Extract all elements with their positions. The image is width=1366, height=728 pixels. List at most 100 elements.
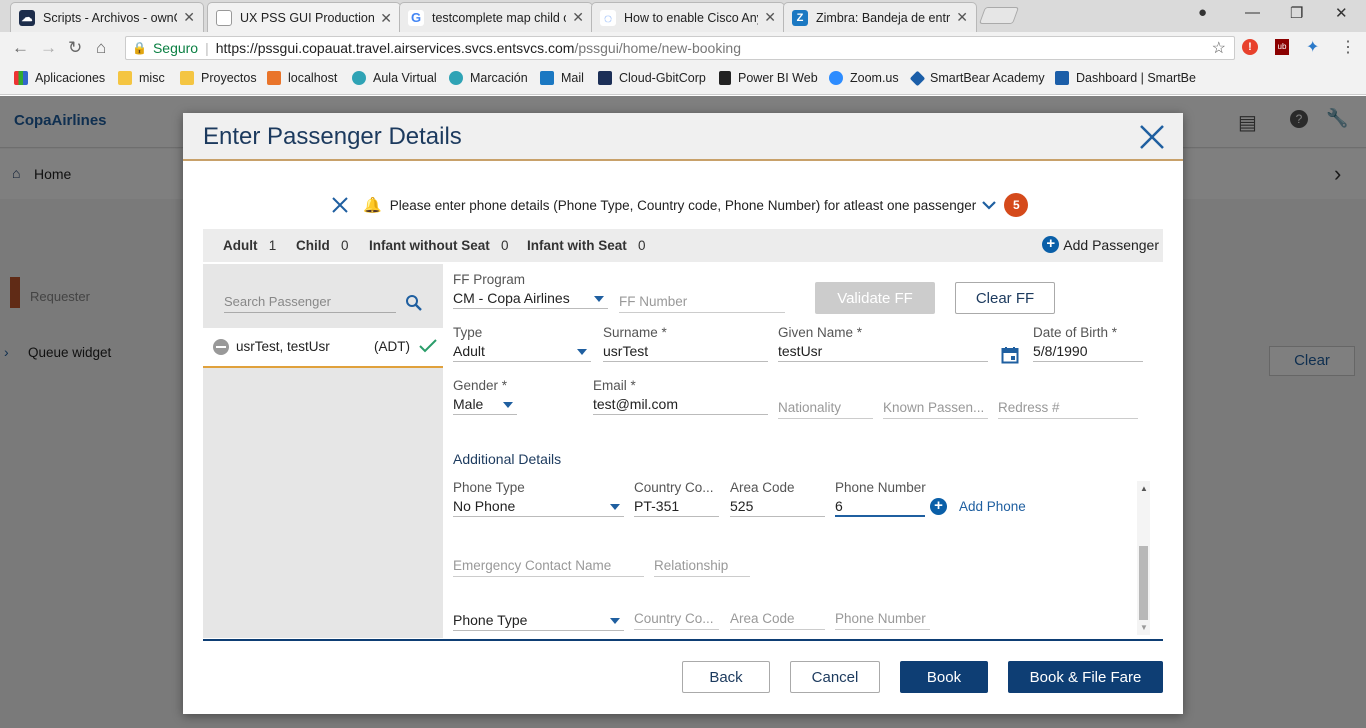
- emergency-contact-input[interactable]: Emergency Contact Name: [453, 555, 644, 577]
- nationality-input[interactable]: Nationality: [778, 397, 873, 419]
- dismiss-icon[interactable]: [331, 196, 349, 214]
- bookmark-apps[interactable]: Aplicaciones: [14, 71, 105, 85]
- infant-no-seat-label: Infant without Seat: [369, 238, 490, 253]
- remove-passenger-icon[interactable]: [213, 339, 229, 355]
- area-code-input[interactable]: Area Code 525: [730, 480, 825, 517]
- validate-ff-button[interactable]: Validate FF: [815, 282, 935, 314]
- profile-icon[interactable]: ●: [1198, 4, 1207, 21]
- emergency-area-code-input[interactable]: Area Code: [730, 608, 825, 630]
- new-tab-button[interactable]: [978, 7, 1020, 24]
- child-label: Child: [296, 238, 330, 253]
- add-passenger-button[interactable]: + Add Passenger: [1042, 236, 1159, 253]
- bookmark-item[interactable]: Dashboard | SmartBe: [1055, 71, 1196, 85]
- browser-tab[interactable]: ◌ How to enable Cisco Any ✕: [591, 2, 785, 32]
- adult-label: Adult: [223, 238, 258, 253]
- bookmark-item[interactable]: localhost: [267, 71, 337, 85]
- star-icon[interactable]: ☆: [1212, 38, 1226, 58]
- circle-icon: [449, 71, 463, 85]
- dropdown-caret-icon: [594, 296, 604, 302]
- dashboard-icon: [1055, 71, 1069, 85]
- bookmark-item[interactable]: Cloud-GbitCorp: [598, 71, 706, 85]
- back-button[interactable]: Back: [682, 661, 770, 693]
- browser-tab-active[interactable]: UX PSS GUI Production ✕: [207, 2, 401, 33]
- emergency-country-code-input[interactable]: Country Co...: [634, 608, 719, 630]
- close-tab-icon[interactable]: ✕: [764, 9, 776, 26]
- search-icon[interactable]: [405, 294, 422, 311]
- date-of-birth-input[interactable]: Date of Birth * 5/8/1990: [1033, 325, 1143, 362]
- address-bar[interactable]: 🔒 Seguro | https://pssgui.copauat.travel…: [125, 36, 1235, 60]
- gender-select[interactable]: Gender * Male: [453, 378, 517, 415]
- scroll-up-icon[interactable]: ▲: [1140, 484, 1148, 493]
- passenger-list-item[interactable]: usrTest, testUsr (ADT): [203, 328, 443, 368]
- modal-title: Enter Passenger Details: [203, 123, 462, 150]
- close-icon[interactable]: [1138, 123, 1166, 151]
- phone-type-select[interactable]: Phone Type No Phone: [453, 480, 624, 517]
- scrollbar-thumb[interactable]: [1139, 546, 1148, 620]
- known-passenger-input[interactable]: Known Passen...: [883, 397, 988, 419]
- surname-input[interactable]: Surname * usrTest: [603, 325, 768, 362]
- emergency-phone-number-input[interactable]: Phone Number: [835, 608, 930, 630]
- type-select[interactable]: Type Adult: [453, 325, 591, 362]
- bookmark-item[interactable]: Mail: [540, 71, 584, 85]
- browser-tab[interactable]: ☁ Scripts - Archivos - ownC ✕: [10, 2, 204, 32]
- close-tab-icon[interactable]: ✕: [380, 10, 392, 27]
- chevron-down-icon[interactable]: [982, 200, 997, 210]
- infant-no-seat-count: 0: [501, 238, 509, 253]
- scroll-down-icon[interactable]: ▼: [1140, 623, 1148, 632]
- footer-divider: [203, 639, 1163, 641]
- extension-alert-icon[interactable]: !: [1242, 39, 1258, 55]
- passenger-form: FF Program CM - Copa Airlines FF Number …: [443, 264, 1163, 638]
- extension-icon[interactable]: ✦: [1306, 37, 1319, 57]
- adult-count: 1: [268, 238, 277, 253]
- passenger-count-bar: Adult 1 Child 0 Infant without Seat 0 In…: [203, 229, 1163, 262]
- ff-program-select[interactable]: FF Program CM - Copa Airlines: [453, 272, 608, 309]
- close-tab-icon[interactable]: ✕: [956, 9, 968, 26]
- search-passenger-input[interactable]: Search Passenger: [224, 294, 396, 313]
- clear-ff-button[interactable]: Clear FF: [955, 282, 1055, 314]
- ff-number-input[interactable]: FF Number: [619, 291, 785, 313]
- bookmarks-bar: Aplicaciones misc Proyectos localhost Au…: [0, 63, 1366, 95]
- reload-icon[interactable]: ↻: [68, 38, 82, 58]
- additional-details-heading: Additional Details: [453, 451, 562, 467]
- check-icon: [419, 339, 437, 353]
- cancel-button[interactable]: Cancel: [790, 661, 880, 693]
- bookmark-item[interactable]: Marcación: [449, 71, 528, 85]
- apps-grid-icon: [14, 71, 28, 85]
- phone-number-input[interactable]: Phone Number 6: [835, 480, 926, 517]
- alert-message: Please enter phone details (Phone Type, …: [389, 197, 977, 213]
- bookmark-item[interactable]: Power BI Web: [719, 71, 818, 85]
- email-input[interactable]: Email * test@mil.com: [593, 378, 768, 415]
- back-arrow-icon[interactable]: ←: [12, 38, 29, 58]
- window-close-icon[interactable]: ✕: [1335, 4, 1348, 22]
- menu-icon[interactable]: ⋮: [1340, 37, 1356, 57]
- add-phone-button[interactable]: + Add Phone: [930, 498, 1026, 515]
- book-button[interactable]: Book: [900, 661, 988, 693]
- country-code-input[interactable]: Country Co... PT-351: [634, 480, 719, 517]
- bookmark-folder[interactable]: Proyectos: [180, 71, 257, 85]
- emergency-phone-type-select[interactable]: Phone Type: [453, 609, 624, 631]
- browser-tab[interactable]: Z Zimbra: Bandeja de entra ✕: [783, 2, 977, 32]
- lock-icon: 🔒: [132, 41, 147, 55]
- close-tab-icon[interactable]: ✕: [183, 9, 195, 26]
- maximize-icon[interactable]: ❐: [1290, 4, 1303, 22]
- relationship-input[interactable]: Relationship: [654, 555, 750, 577]
- bookmark-folder[interactable]: misc: [118, 71, 165, 85]
- home-icon[interactable]: ⌂: [96, 38, 106, 58]
- bookmark-item[interactable]: Zoom.us: [829, 71, 899, 85]
- book-file-fare-button[interactable]: Book & File Fare: [1008, 661, 1163, 693]
- form-scrollbar[interactable]: ▲ ▼: [1137, 481, 1150, 635]
- bar-chart-icon: [719, 71, 731, 85]
- bookmark-item[interactable]: Aula Virtual: [352, 71, 437, 85]
- close-tab-icon[interactable]: ✕: [572, 9, 584, 26]
- calendar-icon[interactable]: [1001, 346, 1019, 364]
- ublock-icon[interactable]: ub: [1275, 39, 1289, 55]
- browser-tab[interactable]: G testcomplete map child o ✕: [399, 2, 593, 32]
- given-name-input[interactable]: Given Name * testUsr: [778, 325, 988, 362]
- forward-arrow-icon[interactable]: →: [40, 38, 57, 58]
- redress-input[interactable]: Redress #: [998, 397, 1138, 419]
- bookmark-item[interactable]: SmartBear Academy: [909, 70, 1045, 86]
- passenger-type: (ADT): [374, 339, 410, 354]
- google-icon: G: [408, 9, 424, 26]
- minimize-icon[interactable]: —: [1245, 4, 1260, 21]
- folder-icon: [180, 71, 194, 85]
